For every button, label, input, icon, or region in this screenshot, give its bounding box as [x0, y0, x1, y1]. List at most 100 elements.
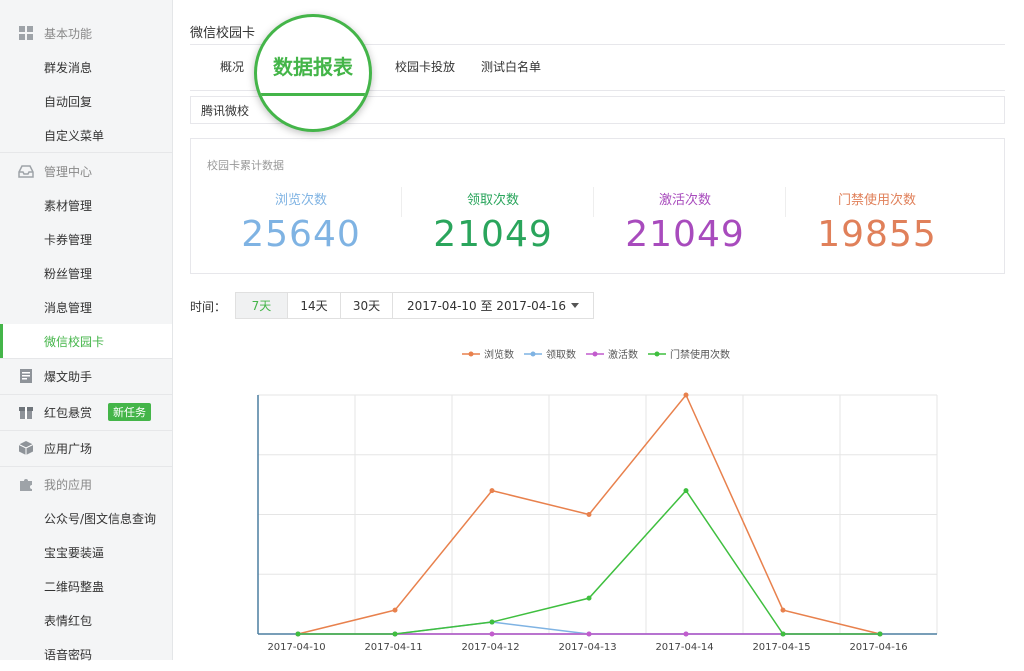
x-tick-label: 2017-04-15: [752, 642, 810, 653]
stat-label: 门禁使用次数: [837, 193, 916, 208]
sidebar-item-materials[interactable]: 素材管理: [0, 188, 172, 222]
sidebar-item-coupons[interactable]: 卡券管理: [0, 222, 172, 256]
box-icon: [18, 440, 34, 456]
sidebar-item-label: 爆文助手: [44, 369, 93, 384]
time-label: 时间：: [190, 300, 227, 314]
grid-icon: [18, 25, 34, 41]
stat-label: 浏览次数: [274, 193, 327, 208]
tab-card-delivery[interactable]: 校园卡投放: [395, 58, 455, 75]
sidebar-item-qrcode-prank[interactable]: 二维码整蛊: [0, 569, 172, 603]
stat-claims: 领取次数 21049: [397, 189, 589, 255]
sidebar-section-label: 基本功能: [44, 26, 93, 41]
legend-label: 门禁使用次数: [670, 350, 730, 361]
stat-activations: 激活次数 21049: [589, 189, 781, 255]
sidebar-divider: [0, 152, 172, 153]
stat-value: 19855: [817, 214, 937, 255]
tab-test-whitelist[interactable]: 测试白名单: [481, 58, 541, 75]
sidebar-item-messages[interactable]: 消息管理: [0, 290, 172, 324]
legend-item[interactable]: 门禁使用次数: [648, 346, 730, 361]
sidebar-item-fans[interactable]: 粉丝管理: [0, 256, 172, 290]
stat-views: 浏览次数 25640: [205, 189, 397, 255]
sidebar-item-auto-reply[interactable]: 自动回复: [0, 84, 172, 118]
sidebar-section-label: 我的应用: [44, 477, 93, 492]
data-point: [489, 631, 495, 637]
sidebar-item-custom-menu[interactable]: 自定义菜单: [0, 118, 172, 152]
sidebar-item-label: 宝宝要装逼: [44, 545, 105, 560]
x-tick-label: 2017-04-14: [655, 642, 713, 653]
legend-label: 激活数: [608, 350, 638, 361]
data-point: [780, 607, 786, 613]
stat-value: 21049: [433, 214, 553, 255]
sidebar: 基本功能 群发消息 自动回复 自定义菜单 管理中心 素材管理 卡券管理 粉丝管理…: [0, 0, 173, 662]
legend-item[interactable]: 领取数: [524, 346, 576, 361]
legend-marker-icon: [462, 351, 480, 356]
data-point: [295, 631, 301, 637]
range-30d-button[interactable]: 30天: [341, 293, 393, 318]
data-point: [489, 488, 495, 494]
data-point: [683, 488, 689, 494]
stat-label: 激活次数: [658, 193, 711, 208]
tab-data-report[interactable]: 数据报表: [257, 51, 369, 80]
sidebar-item-emoji-packet[interactable]: 表情红包: [0, 603, 172, 637]
sidebar-item-label: 粉丝管理: [44, 266, 93, 281]
sidebar-section-management[interactable]: 管理中心: [0, 154, 172, 188]
sidebar-section-label: 管理中心: [44, 164, 93, 179]
date-range-picker[interactable]: 2017-04-10 至 2017-04-16: [393, 293, 593, 318]
date-range-value: 2017-04-10 至 2017-04-16: [406, 299, 567, 313]
range-14d-button[interactable]: 14天: [288, 293, 341, 318]
x-tick-label: 2017-04-10: [267, 642, 325, 653]
sidebar-item-label: 二维码整蛊: [44, 579, 105, 594]
active-tab-underline: [257, 93, 369, 96]
sidebar-item-label: 微信校园卡: [44, 334, 105, 349]
sidebar-item-label: 自定义菜单: [44, 128, 105, 143]
sidebar-item-viral-helper[interactable]: 爆文助手: [0, 359, 172, 393]
data-point: [392, 607, 398, 613]
legend-marker-icon: [586, 351, 604, 356]
legend-label: 浏览数: [484, 350, 514, 361]
sidebar-item-label: 公众号/图文信息查询: [44, 511, 157, 526]
sidebar-section-basic[interactable]: 基本功能: [0, 16, 172, 50]
range-7d-button[interactable]: 7天: [236, 293, 288, 318]
sidebar-item-label: 卡券管理: [44, 232, 93, 247]
data-point: [780, 631, 786, 637]
sidebar-item-baby-show[interactable]: 宝宝要装逼: [0, 535, 172, 569]
sidebar-item-article-query[interactable]: 公众号/图文信息查询: [0, 501, 172, 535]
main-content: 微信校园卡 概况 校园卡投放 测试白名单 数据报表 腾讯微校 校园卡累计数据 浏…: [172, 0, 1024, 660]
legend-label: 领取数: [546, 350, 576, 361]
data-point: [586, 595, 592, 601]
sidebar-item-label: 消息管理: [44, 300, 93, 315]
line-chart: 2017-04-10 2017-04-11 2017-04-12 2017-04-13…: [257, 392, 938, 653]
legend-marker-icon: [648, 351, 666, 356]
legend-item[interactable]: 激活数: [586, 346, 638, 361]
page-title: 微信校园卡: [190, 26, 256, 41]
chart-legend: 浏览数 领取数 激活数 门禁使用次数: [462, 346, 730, 361]
sidebar-item-voice-password[interactable]: 语音密码: [0, 637, 172, 671]
data-point: [877, 631, 883, 637]
range-selector: 7天 14天 30天 2017-04-10 至 2017-04-16: [235, 292, 594, 319]
sidebar-item-label: 素材管理: [44, 198, 93, 213]
stat-label: 领取次数: [466, 193, 519, 208]
legend-item[interactable]: 浏览数: [462, 346, 514, 361]
sidebar-item-app-square[interactable]: 应用广场: [0, 431, 172, 465]
tab-overview[interactable]: 概况: [220, 58, 244, 75]
x-tick-label: 2017-04-13: [558, 642, 616, 653]
school-select-value: 腾讯微校: [201, 103, 250, 118]
x-tick-label: 2017-04-12: [461, 642, 519, 653]
puzzle-icon: [18, 476, 34, 492]
sidebar-item-label: 自动回复: [44, 94, 93, 109]
sidebar-section-my-apps[interactable]: 我的应用: [0, 467, 172, 501]
stat-value: 21049: [625, 214, 745, 255]
sidebar-item-campus-card[interactable]: 微信校园卡: [0, 324, 172, 358]
data-point: [683, 631, 689, 637]
stat-value: 25640: [241, 214, 361, 255]
sidebar-item-mass-message[interactable]: 群发消息: [0, 50, 172, 84]
data-point: [586, 512, 592, 517]
data-point: [683, 392, 689, 398]
data-point: [392, 631, 398, 637]
document-icon: [18, 368, 34, 384]
tab-data-report-magnified[interactable]: 数据报表: [254, 14, 372, 132]
sidebar-item-red-packet[interactable]: 红包悬赏 新任务: [0, 395, 172, 429]
x-tick-label: 2017-04-16: [849, 642, 907, 653]
stat-gate-usage: 门禁使用次数 19855: [781, 189, 973, 255]
sidebar-item-label: 表情红包: [44, 613, 93, 628]
